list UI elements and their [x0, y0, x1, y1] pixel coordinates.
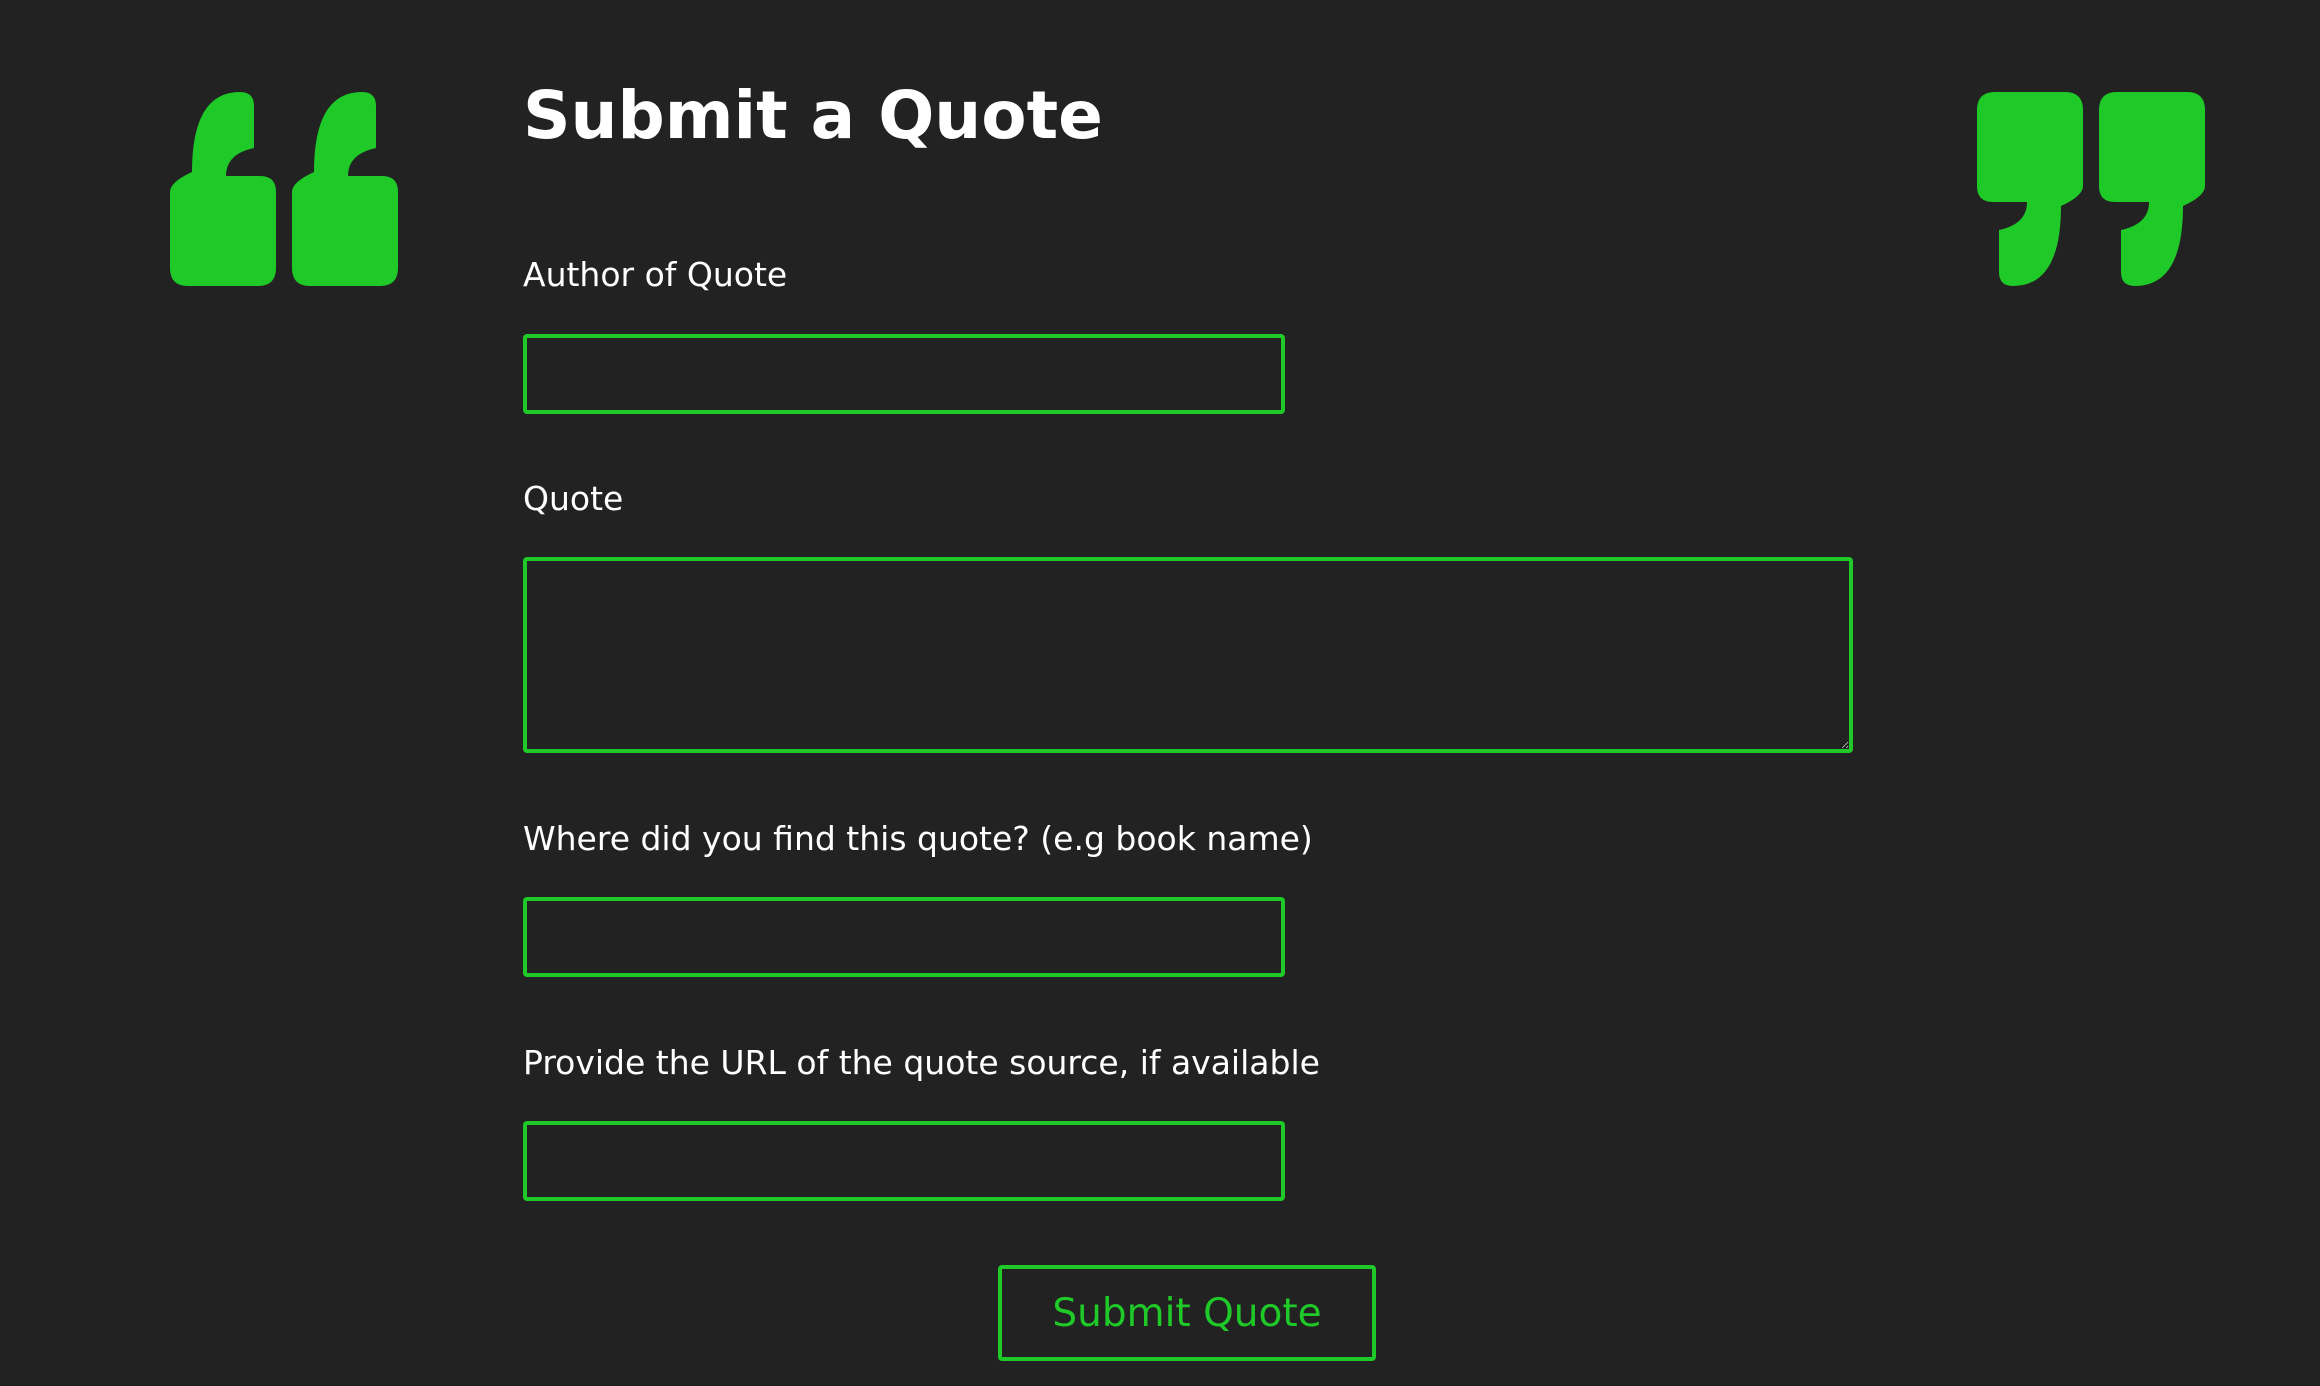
- source-label: Where did you find this quote? (e.g book…: [523, 819, 1313, 858]
- close-quote-mark-icon: [1977, 92, 2205, 286]
- open-quote-mark-icon: [170, 92, 398, 286]
- author-label: Author of Quote: [523, 255, 788, 294]
- page-title: Submit a Quote: [523, 77, 1103, 154]
- quote-label: Quote: [523, 479, 624, 518]
- submit-quote-button[interactable]: Submit Quote: [998, 1265, 1376, 1361]
- author-input[interactable]: [523, 334, 1285, 414]
- source-input[interactable]: [523, 897, 1285, 977]
- source-url-input[interactable]: [523, 1121, 1285, 1201]
- source-url-label: Provide the URL of the quote source, if …: [523, 1043, 1320, 1082]
- quote-textarea[interactable]: [523, 557, 1853, 753]
